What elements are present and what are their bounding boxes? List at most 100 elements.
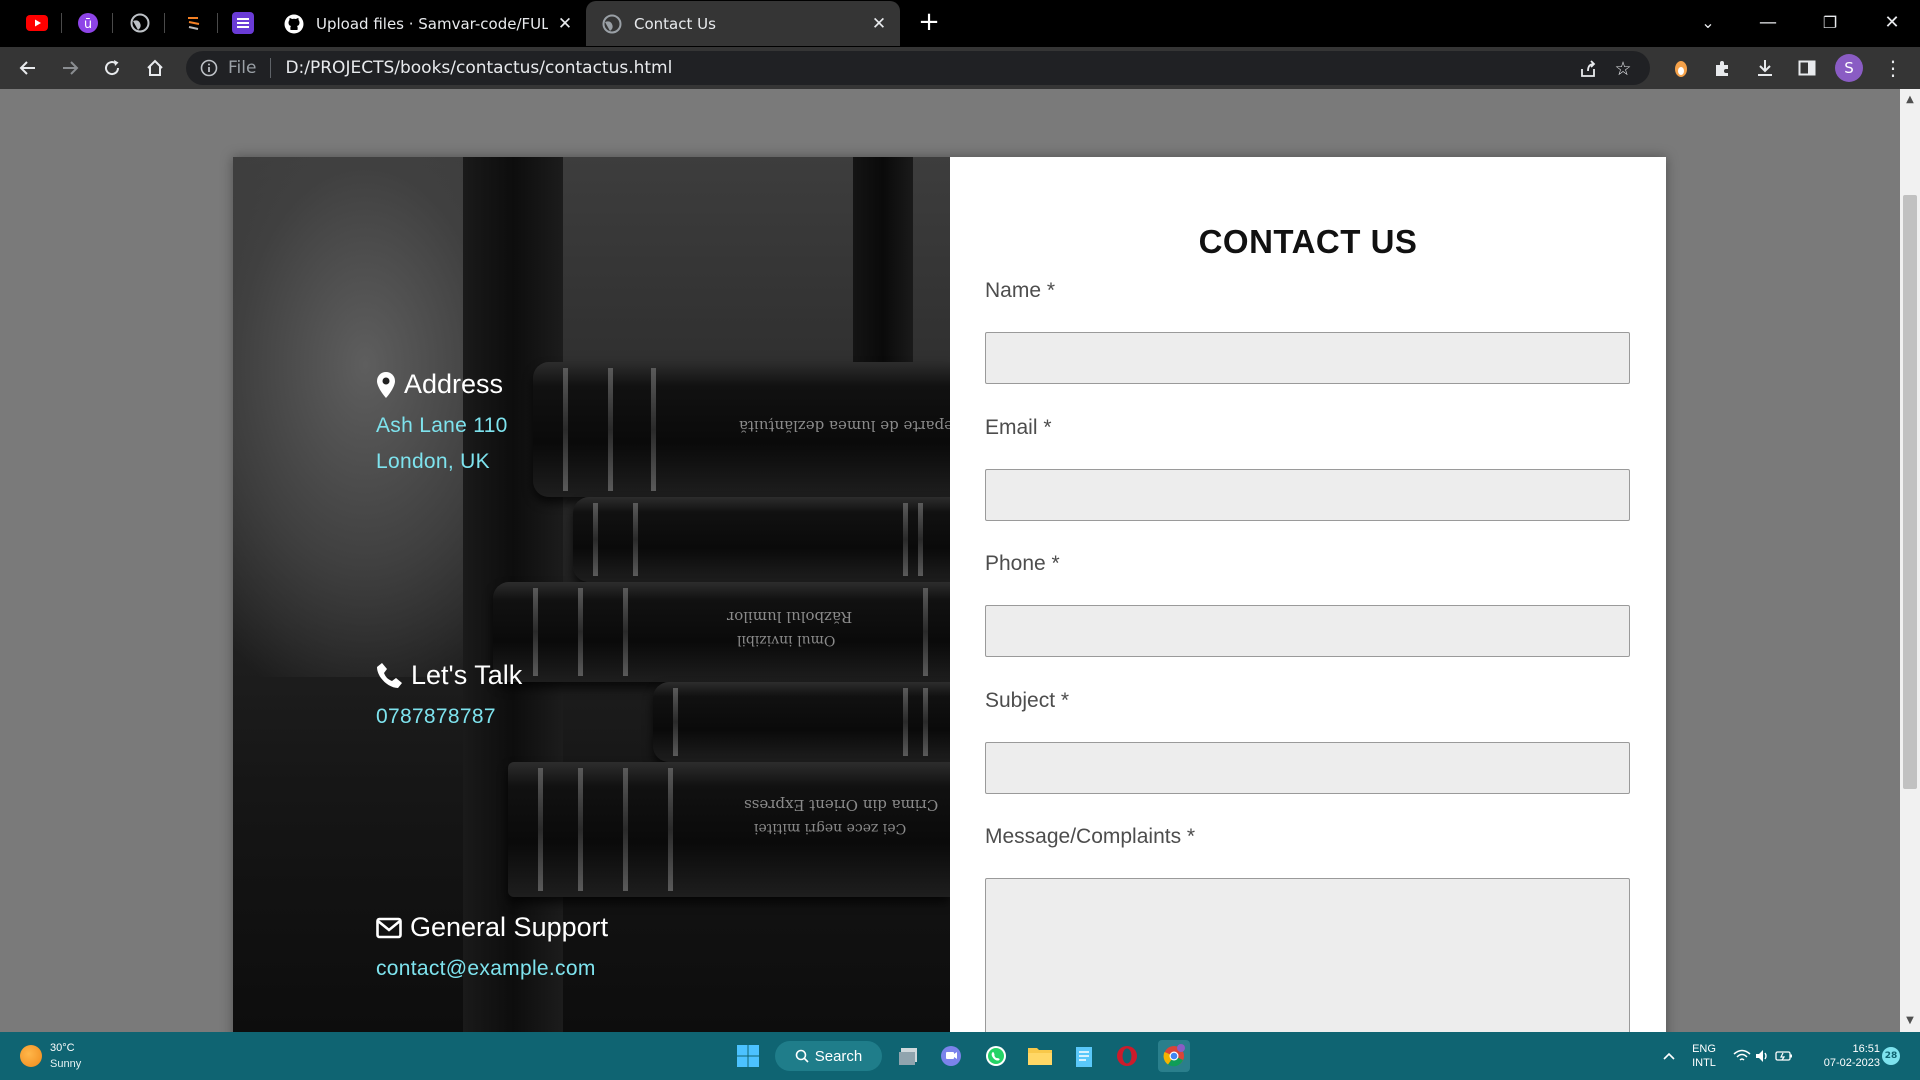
support-email[interactable]: contact@example.com (376, 957, 608, 981)
tab-github-upload[interactable]: Upload files · Samvar-code/FULL_ST ✕ (268, 1, 586, 46)
menu-kebab-icon[interactable]: ⋮ (1877, 52, 1909, 84)
download-icon (1758, 60, 1772, 76)
bookmark-star-icon[interactable]: ☆ (1611, 57, 1635, 81)
home-icon (147, 59, 163, 76)
back-arrow-icon (19, 61, 35, 75)
sun-icon[interactable] (20, 1045, 42, 1067)
battery-icon[interactable] (1770, 1042, 1798, 1070)
list-app-icon (232, 12, 254, 34)
minimize-button[interactable]: — (1748, 8, 1788, 38)
back-button[interactable] (12, 52, 44, 84)
pinned-tab-2[interactable]: ū (74, 9, 102, 37)
home-button[interactable] (139, 52, 171, 84)
youtube-pinned-tab[interactable] (23, 9, 51, 37)
support-heading: General Support (376, 912, 608, 943)
extensions-button[interactable] (1707, 52, 1739, 84)
pinned-tab-3[interactable] (126, 9, 154, 37)
pinned-tab-4[interactable] (180, 9, 208, 37)
lets-talk-heading: Let's Talk (376, 660, 522, 691)
start-button[interactable] (734, 1042, 762, 1070)
new-tab-button[interactable]: + (914, 8, 944, 38)
address-heading: Address (376, 369, 508, 400)
windows-logo-icon (737, 1045, 759, 1067)
side-panel-icon (1798, 60, 1816, 76)
puzzle-icon (1716, 61, 1728, 76)
forward-button[interactable] (54, 52, 86, 84)
reload-button[interactable] (96, 52, 128, 84)
restore-button[interactable]: ❐ (1810, 8, 1850, 38)
tab-separator (112, 13, 113, 33)
app-icon: ū (78, 13, 98, 33)
message-textarea[interactable] (985, 878, 1630, 1032)
chrome-icon (1163, 1044, 1185, 1067)
email-input[interactable] (985, 469, 1630, 521)
pinned-tab-5[interactable] (229, 9, 257, 37)
phone-number[interactable]: 0787878787 (376, 705, 522, 729)
fox-extension-icon (1675, 61, 1687, 77)
forward-arrow-icon (63, 61, 79, 75)
vertical-scrollbar[interactable]: ▲ ▼ (1900, 89, 1920, 1032)
phone-input[interactable] (985, 605, 1630, 657)
whatsapp-button[interactable] (982, 1042, 1010, 1070)
subject-label: Subject * (985, 689, 1070, 712)
page-viewport: Departe de lumea dezlănțuită Războlul lu… (0, 89, 1920, 1032)
scroll-down-arrow-icon[interactable]: ▼ (1904, 1015, 1916, 1027)
tray-overflow-chevron-icon[interactable] (1655, 1042, 1683, 1070)
book-title: Războlul lumilor (727, 608, 853, 626)
scroll-up-arrow-icon[interactable]: ▲ (1904, 94, 1916, 106)
github-icon (284, 14, 304, 34)
url-text[interactable]: D:/PROJECTS/books/contactus/contactus.ht… (285, 58, 672, 78)
profile-avatar[interactable]: S (1835, 54, 1863, 82)
globe-icon (602, 14, 622, 34)
book-title: Cei zece negri mititei (754, 820, 907, 836)
book-title: Departe de lumea dezlănțuită (739, 417, 950, 435)
extension-button[interactable] (1665, 52, 1697, 84)
chrome-button[interactable] (1158, 1040, 1190, 1072)
side-panel-button[interactable] (1791, 52, 1823, 84)
address-block: Address Ash Lane 110 London, UK (376, 369, 508, 474)
opera-button[interactable] (1113, 1042, 1141, 1070)
folder-icon (1028, 1048, 1052, 1065)
close-window-button[interactable]: ✕ (1872, 8, 1912, 38)
teams-chat-button[interactable] (937, 1042, 965, 1070)
address-bar[interactable]: File D:/PROJECTS/books/contactus/contact… (186, 51, 1650, 85)
weather-temperature[interactable]: 30°C (50, 1042, 75, 1054)
file-explorer-button[interactable] (1026, 1042, 1054, 1070)
close-tab-icon[interactable]: ✕ (870, 15, 888, 33)
book: Crima din Orient Express Cei zece negri … (508, 762, 950, 897)
scroll-thumb[interactable] (1903, 195, 1917, 789)
downloads-button[interactable] (1749, 52, 1781, 84)
notepad-button[interactable] (1070, 1042, 1098, 1070)
name-input[interactable] (985, 332, 1630, 384)
tab-strip: ū Upload files · Samvar-code/FULL_ST ✕ C… (0, 0, 1920, 47)
subject-input[interactable] (985, 742, 1630, 794)
share-icon[interactable] (1576, 57, 1600, 81)
weather-description[interactable]: Sunny (50, 1058, 81, 1070)
tab-contact-us[interactable]: Contact Us ✕ (586, 1, 900, 46)
phone-icon (377, 663, 402, 688)
language-code: ENG (1692, 1043, 1716, 1055)
close-tab-icon[interactable]: ✕ (556, 15, 574, 33)
tab-separator (217, 13, 218, 33)
divider (270, 58, 272, 78)
browser-toolbar: File D:/PROJECTS/books/contactus/contact… (0, 47, 1920, 89)
contact-form-panel: CONTACT US Name * Email * Phone * Subjec… (950, 157, 1666, 1032)
info-icon[interactable] (200, 59, 218, 77)
address-heading-text: Address (404, 369, 504, 399)
clock-date: 07-02-2023 (1823, 1057, 1880, 1069)
clock[interactable]: 16:51 07-02-2023 (1802, 1042, 1880, 1070)
lets-talk-block: Let's Talk 0787878787 (376, 660, 522, 729)
tab-search-chevron-icon[interactable]: ⌄ (1688, 8, 1728, 38)
scheme-label: File (228, 58, 257, 78)
notification-badge[interactable]: 28 (1882, 1047, 1900, 1065)
contact-card: Departe de lumea dezlănțuită Războlul lu… (233, 157, 1666, 1032)
books-image-panel: Departe de lumea dezlănțuită Războlul lu… (233, 157, 950, 1032)
taskbar-search-button[interactable]: Search (775, 1041, 882, 1071)
task-view-button[interactable] (895, 1042, 923, 1070)
svg-text:ū: ū (84, 17, 92, 32)
search-icon (795, 1049, 809, 1063)
reload-icon (105, 60, 120, 76)
envelope-icon (376, 917, 402, 938)
notepad-icon (1076, 1047, 1092, 1067)
language-indicator[interactable]: ENG INTL (1689, 1042, 1719, 1070)
